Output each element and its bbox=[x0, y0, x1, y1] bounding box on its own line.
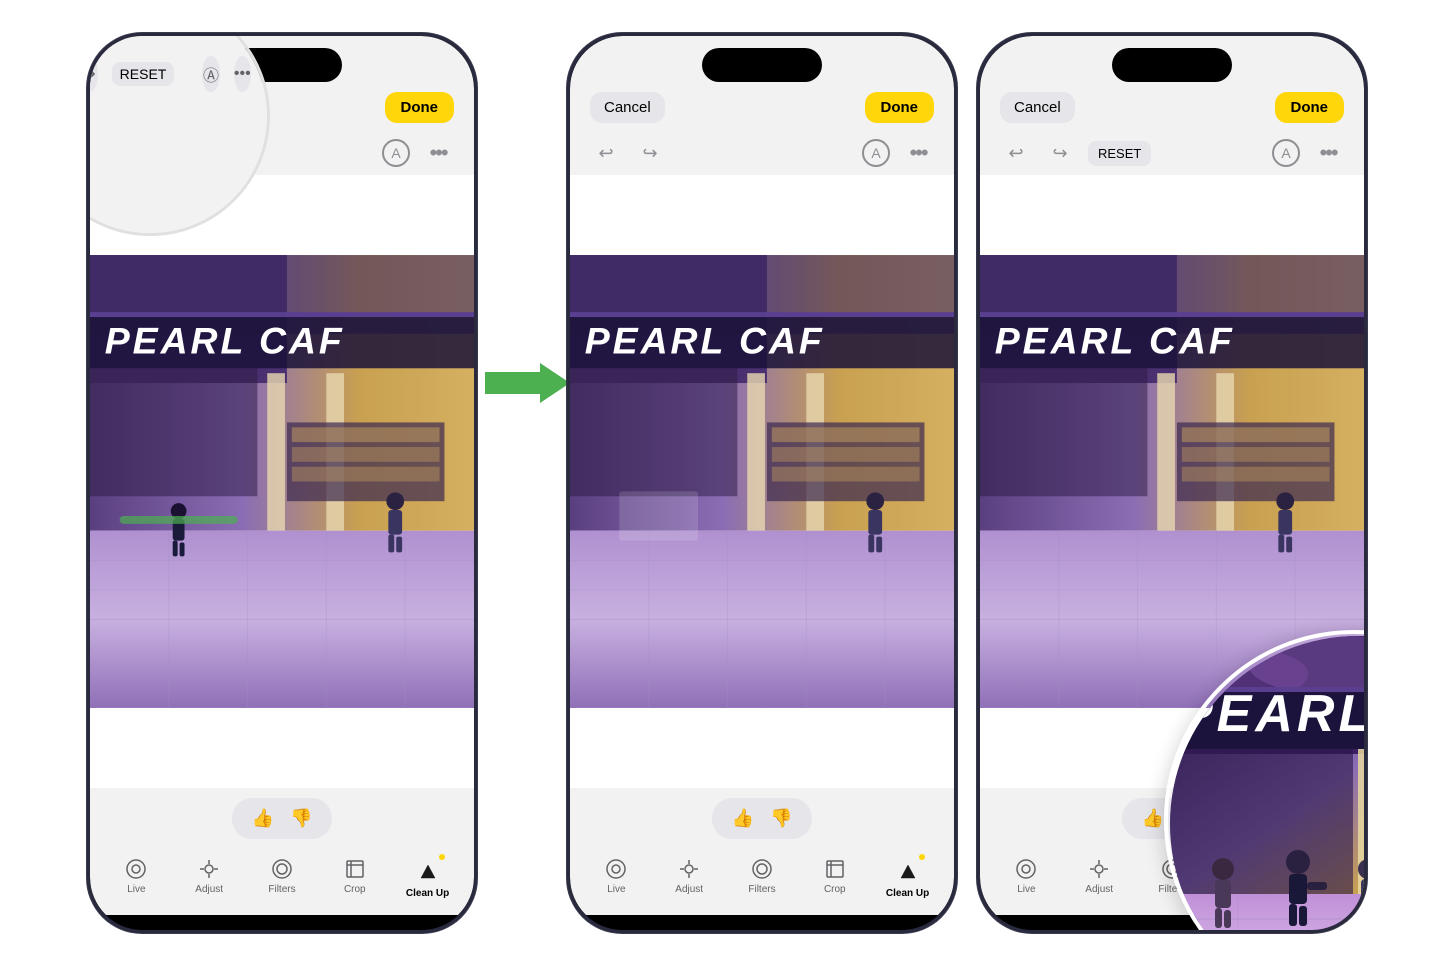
bottom-tabs-1: Live Adjust Filters bbox=[90, 849, 474, 915]
adjust-icon-2 bbox=[677, 857, 701, 881]
phones-container: Can... ↩ ↪ RESET Ⓐ ••• Cancel Done bbox=[0, 0, 1454, 966]
phone-2-inner: Cancel Done ↩ ↪ A ••• bbox=[570, 36, 954, 930]
reset-btn-zoom[interactable]: RESET bbox=[112, 62, 175, 86]
more-icon-1[interactable]: ••• bbox=[422, 137, 454, 169]
filters-icon-2 bbox=[750, 857, 774, 881]
photo-area-2: PEARL CAF bbox=[570, 175, 954, 788]
icons-row-zoom: ↩ ↪ RESET Ⓐ ••• bbox=[87, 48, 267, 100]
more-icon-3[interactable]: ••• bbox=[1312, 137, 1344, 169]
green-arrow bbox=[485, 363, 570, 403]
redo-icon-zoom[interactable]: ↪ bbox=[87, 56, 98, 92]
thumb-up-2[interactable]: 👍 bbox=[732, 808, 754, 829]
svg-text:PEARL CAF: PEARL CAF bbox=[995, 320, 1235, 362]
live-label-2: Live bbox=[607, 884, 625, 895]
bottom-tabs-2: Live Adjust Filters bbox=[570, 849, 954, 915]
live-icon-3 bbox=[1014, 857, 1038, 881]
cleanup-label-1: Clean Up bbox=[406, 888, 449, 899]
svg-text:PEARL CAF: PEARL CAF bbox=[105, 320, 345, 362]
done-button-3[interactable]: Done bbox=[1275, 92, 1345, 123]
live-icon-2 bbox=[604, 857, 628, 881]
home-indicator-2 bbox=[697, 919, 827, 924]
tab-live-2[interactable]: Live bbox=[591, 857, 641, 899]
tab-adjust-3[interactable]: Adjust bbox=[1074, 857, 1124, 899]
cancel-button-2[interactable]: Cancel bbox=[590, 92, 665, 123]
auto-icon-3[interactable]: A bbox=[1272, 139, 1300, 167]
tab-filters-1[interactable]: Filters bbox=[257, 857, 307, 899]
feedback-row-1: 👍 👎 bbox=[90, 788, 474, 849]
cleanup-icon-wrapper-2 bbox=[894, 857, 922, 885]
thumb-up-1[interactable]: 👍 bbox=[252, 808, 274, 829]
cleanup-dot-2 bbox=[919, 854, 925, 860]
arrow-body bbox=[485, 372, 540, 394]
adjust-label-1: Adjust bbox=[195, 884, 223, 895]
adjust-label-2: Adjust bbox=[675, 884, 703, 895]
auto-icon-2[interactable]: A bbox=[862, 139, 890, 167]
arrow-container bbox=[487, 363, 567, 603]
cleanup-dot-1 bbox=[439, 854, 445, 860]
tab-adjust-1[interactable]: Adjust bbox=[184, 857, 234, 899]
adjust-icon-3 bbox=[1087, 857, 1111, 881]
crop-label-2: Crop bbox=[824, 884, 846, 895]
done-button-2[interactable]: Done bbox=[865, 92, 935, 123]
thumb-up-3[interactable]: 👍 bbox=[1142, 808, 1164, 829]
home-indicator-1 bbox=[217, 919, 347, 924]
tab-live-1[interactable]: Live bbox=[111, 857, 161, 899]
thumb-down-1[interactable]: 👎 bbox=[290, 808, 312, 829]
dynamic-island-2 bbox=[702, 48, 822, 82]
cancel-button-3[interactable]: Cancel bbox=[1000, 92, 1075, 123]
tab-adjust-2[interactable]: Adjust bbox=[664, 857, 714, 899]
live-icon-1 bbox=[124, 857, 148, 881]
arrow-head bbox=[540, 363, 570, 403]
phone-1: Can... ↩ ↪ RESET Ⓐ ••• Cancel Done bbox=[87, 33, 477, 933]
phone-3: PEARL bbox=[977, 33, 1367, 933]
live-label-3: Live bbox=[1017, 884, 1035, 895]
cleanup-icon-wrapper-1 bbox=[414, 857, 442, 885]
tab-live-3[interactable]: Live bbox=[1001, 857, 1051, 899]
redo-icon-2[interactable]: ↪ bbox=[634, 137, 666, 169]
filters-label-2: Filters bbox=[748, 884, 775, 895]
photo-area-1: PEARL CAF bbox=[90, 175, 474, 788]
crop-label-1: Crop bbox=[344, 884, 366, 895]
tab-filters-2[interactable]: Filters bbox=[737, 857, 787, 899]
feedback-pill-2: 👍 👎 bbox=[712, 798, 813, 839]
undo-icon-3[interactable]: ↩ bbox=[1000, 137, 1032, 169]
tab-crop-2[interactable]: Crop bbox=[810, 857, 860, 899]
filters-label-1: Filters bbox=[268, 884, 295, 895]
auto-icon-1[interactable]: A bbox=[382, 139, 410, 167]
dynamic-island-3 bbox=[1112, 48, 1232, 82]
crop-icon-1 bbox=[343, 857, 367, 881]
adjust-label-3: Adjust bbox=[1085, 884, 1113, 895]
feedback-pill-1: 👍 👎 bbox=[232, 798, 333, 839]
redo-icon-3[interactable]: ↪ bbox=[1044, 137, 1076, 169]
more-icon-zoom[interactable]: ••• bbox=[234, 56, 251, 92]
thumb-down-2[interactable]: 👎 bbox=[770, 808, 792, 829]
tab-crop-1[interactable]: Crop bbox=[330, 857, 380, 899]
filters-icon-1 bbox=[270, 857, 294, 881]
phone-3-toolbar: ↩ ↪ RESET A ••• bbox=[980, 131, 1364, 175]
cancel-btn-zoom[interactable]: Can... bbox=[87, 33, 121, 44]
auto-icon-zoom[interactable]: Ⓐ bbox=[202, 56, 219, 92]
reset-button-3[interactable]: RESET bbox=[1088, 141, 1151, 166]
live-label-1: Live bbox=[127, 884, 145, 895]
phone-2-toolbar: ↩ ↪ A ••• bbox=[570, 131, 954, 175]
crop-icon-2 bbox=[823, 857, 847, 881]
done-button-1[interactable]: Done bbox=[385, 92, 455, 123]
tab-cleanup-1[interactable]: Clean Up bbox=[403, 857, 453, 899]
feedback-row-2: 👍 👎 bbox=[570, 788, 954, 849]
undo-icon-2[interactable]: ↩ bbox=[590, 137, 622, 169]
more-icon-2[interactable]: ••• bbox=[902, 137, 934, 169]
adjust-icon-1 bbox=[197, 857, 221, 881]
cancel-label-zoom: Can... bbox=[87, 33, 109, 37]
tab-cleanup-2[interactable]: Clean Up bbox=[883, 857, 933, 899]
svg-text:PEARL CAF: PEARL CAF bbox=[585, 320, 825, 362]
phone-2: Cancel Done ↩ ↪ A ••• bbox=[567, 33, 957, 933]
cleanup-label-2: Clean Up bbox=[886, 888, 929, 899]
